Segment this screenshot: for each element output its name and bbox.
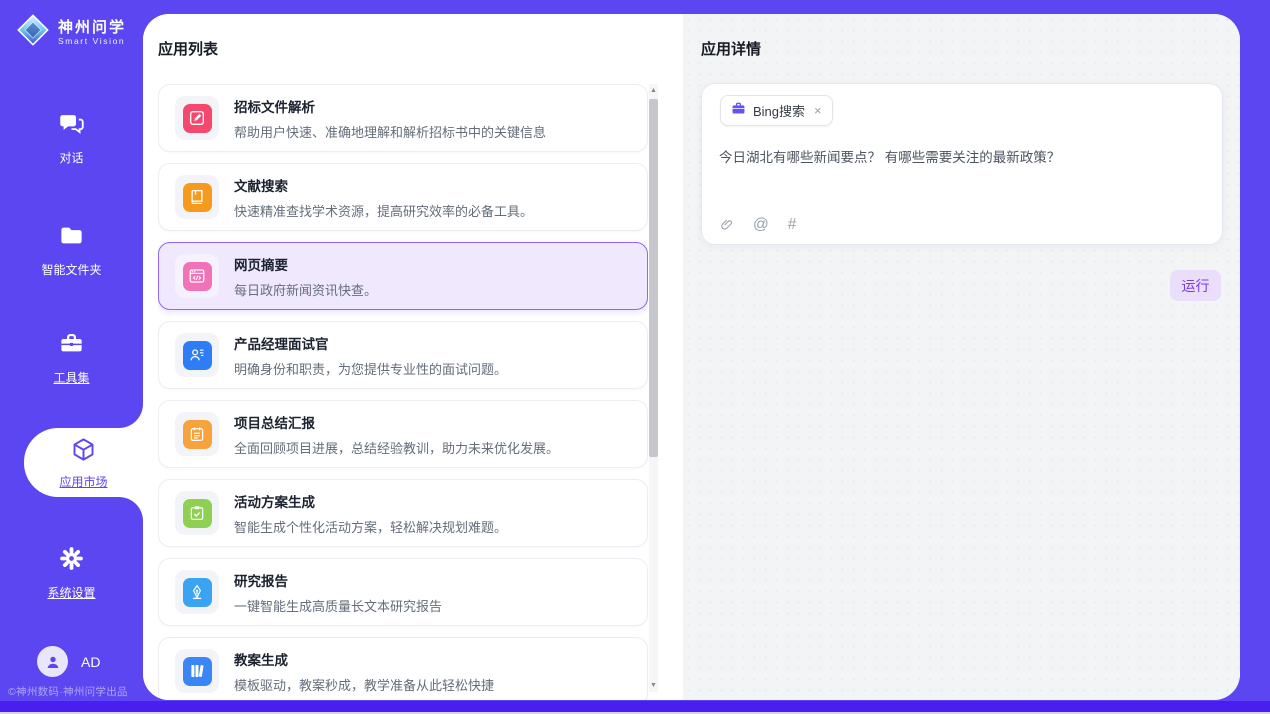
- list-item-web-summary[interactable]: 网页摘要 每日政府新闻资讯快查。: [158, 242, 648, 310]
- sidebar-item-toolbox[interactable]: 工具集: [0, 330, 143, 386]
- sidebar-item-label: 智能文件夹: [41, 261, 101, 278]
- scroll-up-icon[interactable]: ▲: [649, 84, 658, 97]
- app-name: 活动方案生成: [234, 491, 507, 511]
- close-icon[interactable]: ×: [814, 103, 822, 118]
- user-name: AD: [81, 654, 100, 670]
- brand-name: 神州问学: [58, 19, 126, 36]
- prompt-input[interactable]: 今日湖北有哪些新闻要点？ 有哪些需要关注的最新政策？: [719, 148, 1202, 168]
- cube-icon: [70, 436, 97, 468]
- sidebar-item-label: 应用市场: [59, 473, 107, 490]
- book-icon: [183, 183, 212, 212]
- app-desc: 智能生成个性化活动方案，轻松解决规划难题。: [234, 517, 507, 536]
- interviewer-icon: [183, 341, 212, 370]
- app-name: 教案生成: [234, 649, 494, 669]
- main-container: 应用列表 招标文件解析 帮助用户快速、准确地理解和解析招标书中的关键信息: [143, 14, 1240, 700]
- diamond-logo-icon: [16, 13, 50, 52]
- app-name: 研究报告: [234, 570, 442, 590]
- sidebar-item-label: 工具集: [53, 369, 89, 386]
- briefcase-icon: [731, 101, 746, 121]
- app-name: 招标文件解析: [234, 96, 546, 116]
- prompt-composer: Bing搜索 × 今日湖北有哪些新闻要点？ 有哪些需要关注的最新政策？ @ #: [701, 83, 1223, 245]
- app-name: 产品经理面试官: [234, 333, 507, 353]
- scroll-down-icon[interactable]: ▼: [649, 679, 658, 692]
- app-desc: 帮助用户快速、准确地理解和解析招标书中的关键信息: [234, 122, 546, 141]
- tool-chip-bing-search[interactable]: Bing搜索 ×: [720, 95, 833, 126]
- app-card-list: 招标文件解析 帮助用户快速、准确地理解和解析招标书中的关键信息 文献搜索 快速精…: [158, 84, 648, 700]
- list-item-literature-search[interactable]: 文献搜索 快速精准查找学术资源，提高研究效率的必备工具。: [158, 163, 648, 231]
- paperclip-icon[interactable]: [720, 217, 734, 233]
- hash-icon[interactable]: #: [788, 216, 797, 234]
- list-item-event-plan[interactable]: 活动方案生成 智能生成个性化活动方案，轻松解决规划难题。: [158, 479, 648, 547]
- brand-logo: 神州问学 Smart Vision: [16, 13, 126, 52]
- app-desc: 快速精准查找学术资源，提高研究效率的必备工具。: [234, 201, 533, 220]
- sidebar-item-settings[interactable]: 系统设置: [0, 545, 143, 601]
- list-item-research-report[interactable]: 研究报告 一键智能生成高质量长文本研究报告: [158, 558, 648, 626]
- avatar: [37, 646, 68, 677]
- run-button[interactable]: 运行: [1170, 270, 1221, 301]
- list-item-pm-interviewer[interactable]: 产品经理面试官 明确身份和职责，为您提供专业性的面试问题。: [158, 321, 648, 389]
- user-account[interactable]: AD: [37, 646, 100, 677]
- books-icon: [183, 657, 212, 686]
- sidebar-item-chat[interactable]: 对话: [0, 110, 143, 166]
- composer-toolbar: @ #: [720, 216, 796, 234]
- scrollbar-thumb[interactable]: [649, 99, 658, 457]
- active-tab-notch: [119, 404, 143, 428]
- bottom-bar: [0, 701, 1270, 714]
- sidebar-item-label: 对话: [59, 149, 83, 166]
- folder-icon: [58, 222, 85, 254]
- app-desc: 一键智能生成高质量长文本研究报告: [234, 596, 442, 615]
- person-icon: [44, 653, 62, 671]
- brand-subtitle: Smart Vision: [58, 36, 126, 46]
- sidebar-item-smart-folder[interactable]: 智能文件夹: [0, 222, 143, 278]
- app-detail-panel: 应用详情 Bing搜索 × 今日湖北有哪些新闻要点？ 有哪些需要关注的最新政策？: [683, 14, 1240, 700]
- chat-icon: [58, 110, 85, 142]
- tool-chip-label: Bing搜索: [753, 101, 805, 120]
- app-desc: 模板驱动，教案秒成，教学准备从此轻松快捷: [234, 675, 494, 694]
- at-icon[interactable]: @: [753, 216, 769, 234]
- sidebar-item-label: 系统设置: [47, 584, 95, 601]
- sidebar-footer: ©神州数码·神州问学出品: [8, 684, 142, 699]
- app-detail-title: 应用详情: [701, 38, 761, 59]
- clipboard-check-icon: [183, 499, 212, 528]
- app-list-panel: 应用列表 招标文件解析 帮助用户快速、准确地理解和解析招标书中的关键信息: [143, 14, 683, 700]
- app-desc: 明确身份和职责，为您提供专业性的面试问题。: [234, 359, 507, 378]
- app-name: 项目总结汇报: [234, 412, 559, 432]
- list-scrollbar[interactable]: ▲ ▼: [649, 84, 658, 692]
- app-desc: 全面回顾项目进展，总结经验教训，助力未来优化发展。: [234, 438, 559, 457]
- list-item-bid-parsing[interactable]: 招标文件解析 帮助用户快速、准确地理解和解析招标书中的关键信息: [158, 84, 648, 152]
- active-tab-notch: [119, 497, 143, 521]
- list-item-project-summary[interactable]: 项目总结汇报 全面回顾项目进展，总结经验教训，助力未来优化发展。: [158, 400, 648, 468]
- list-item-lesson-plan[interactable]: 教案生成 模板驱动，教案秒成，教学准备从此轻松快捷: [158, 637, 648, 700]
- note-icon: [183, 420, 212, 449]
- app-name: 网页摘要: [234, 254, 377, 274]
- app-name: 文献搜索: [234, 175, 533, 195]
- toolbox-icon: [58, 330, 85, 362]
- app-desc: 每日政府新闻资讯快查。: [234, 280, 377, 299]
- app-list-title: 应用列表: [158, 38, 218, 59]
- web-code-icon: [183, 262, 212, 291]
- gear-icon: [58, 545, 85, 577]
- edit-doc-icon: [183, 104, 212, 133]
- sidebar-item-app-market[interactable]: 应用市场: [24, 428, 143, 497]
- ink-pen-icon: [183, 578, 212, 607]
